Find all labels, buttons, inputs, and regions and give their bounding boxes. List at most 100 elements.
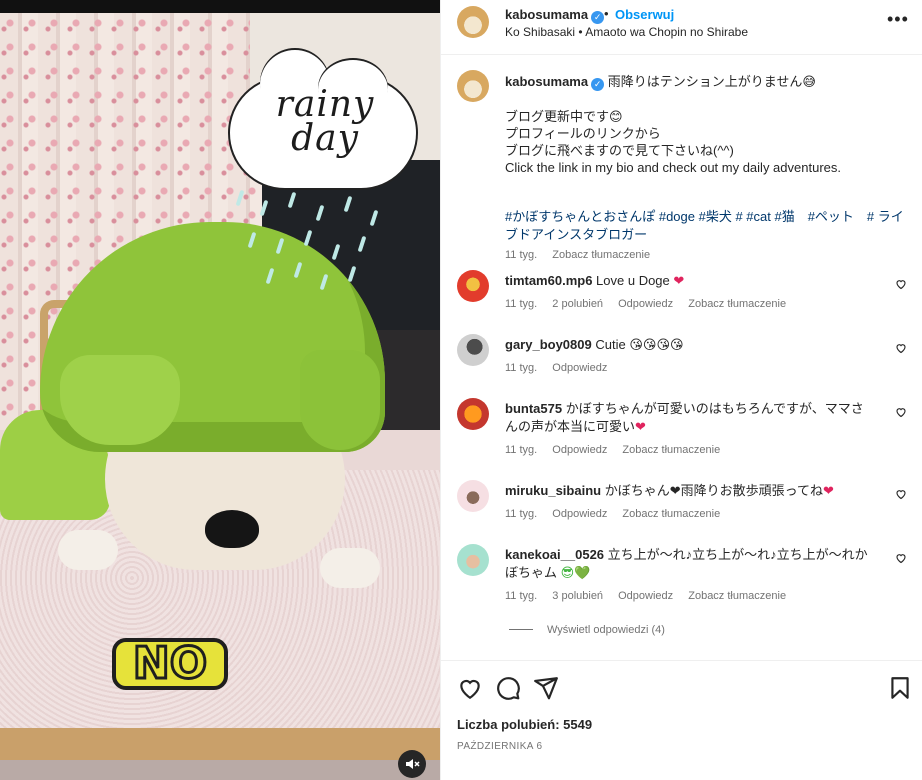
comment-meta: 11 tyg. Odpowiedz Zobacz tłumaczenie [505,508,732,520]
comment-translate-link[interactable]: Zobacz tłumaczenie [622,444,720,456]
hood-flap-right [300,350,380,450]
comment-item: timtam60.mp6 Love u Doge ❤ 11 tyg. 2 pol… [457,270,917,320]
like-comment-heart-icon[interactable] [895,342,907,354]
comment-item: kanekoai__0526 立ち上が～れ♪立ち上が～れ♪立ち上が～れかぼちゃム… [457,544,917,610]
comment-avatar[interactable] [457,270,489,302]
comment-username[interactable]: kanekoai__0526 [505,547,604,562]
comment-meta: 11 tyg. Odpowiedz Zobacz tłumaczenie [505,444,732,456]
like-comment-heart-icon[interactable] [895,488,907,500]
caption-author-avatar[interactable] [457,70,489,102]
comment-time: 11 tyg. [505,298,538,310]
audio-track-link[interactable]: Ko Shibasaki • Amaoto wa Chopin no Shira… [505,25,748,39]
comment-avatar[interactable] [457,398,489,430]
comment-translate-link[interactable]: Zobacz tłumaczenie [688,298,786,310]
comment-emoji: ❤ [635,419,646,434]
caption-text: kabosumama ✓ 雨降りはテンション上がりません😅 ブログ更新中です😊 プ… [505,73,905,176]
post-actions: Liczba polubień: 5549 PAŹDZIERNIKA 6 [441,660,922,780]
comment-reply-button[interactable]: Odpowiedz [618,590,673,602]
author-avatar[interactable] [457,6,489,38]
like-comment-heart-icon[interactable] [895,278,907,290]
comment-meta: 11 tyg. 2 polubień Odpowiedz Zobacz tłum… [505,298,798,310]
dog-paw-left [58,530,118,570]
post-date: PAŹDZIERNIKA 6 [457,741,543,752]
bookmark-icon[interactable] [887,675,913,701]
view-replies-dash [509,629,533,630]
post-media[interactable]: rainy day NO [0,0,440,780]
comment-emoji: ❤ [822,483,834,498]
verified-icon: ✓ [591,11,605,24]
caption-translate-link[interactable]: Zobacz tłumaczenie [552,249,650,261]
mute-button[interactable] [398,750,426,778]
post-header: kabosumama ✓ • Obserwuj Ko Shibasaki • Am… [441,0,922,55]
heart-icon[interactable] [457,675,483,701]
likes-count[interactable]: Liczba polubień: 5549 [457,717,592,732]
author-username-row: kabosumama ✓ [505,7,605,24]
comment-text: かぼちゃん❤雨降りお散歩頑張ってね [604,483,823,498]
comment-emoji: ❤ [673,273,685,288]
caption-line: プロフィールのリンクから [505,126,661,141]
comment-avatar[interactable] [457,334,489,366]
mute-icon [406,759,420,769]
verified-icon: ✓ [591,78,605,91]
comment-time: 11 tyg. [505,508,538,520]
comment-username[interactable]: gary_boy0809 [505,337,592,352]
view-replies-label: Wyświetl odpowiedzi (4) [547,624,665,636]
share-icon[interactable] [533,675,559,701]
caption-username[interactable]: kabosumama [505,74,588,89]
comment-likes[interactable]: 2 polubień [552,298,603,310]
comment-avatar[interactable] [457,544,489,576]
author-username[interactable]: kabosumama [505,7,588,22]
comment-time: 11 tyg. [505,444,538,456]
caption-line: Click the link in my bio and check out m… [505,160,841,175]
caption-hashtags[interactable]: #かぼすちゃんとおさんぽ #doge #柴犬 # #cat #猫 #ペット # … [505,208,905,244]
comment-reply-button[interactable]: Odpowiedz [618,298,673,310]
comment-reply-button[interactable]: Odpowiedz [552,508,607,520]
comment-body: bunta575 かぼすちゃんが可愛いのはもちろんですが、ママさんの声が本当に可… [505,400,870,436]
bottom-strip [0,760,440,780]
comment-body: gary_boy0809 Cutie 😘😘😘😘 [505,336,870,354]
comment-text: Cutie [595,337,626,352]
comment-meta: 11 tyg. 3 polubień Odpowiedz Zobacz tłum… [505,590,798,602]
caption-line-blank [505,91,905,108]
caption-line: ブログ更新中です😊 [505,109,623,124]
comment-emoji: 😘😘😘😘 [629,337,684,352]
like-comment-heart-icon[interactable] [895,552,907,564]
caption-line: ブログに飛べますので見て下さいね(^^) [505,143,734,158]
comment-body: timtam60.mp6 Love u Doge ❤ [505,272,870,290]
like-comment-heart-icon[interactable] [895,406,907,418]
comment-username[interactable]: miruku_sibainu [505,483,601,498]
comment-avatar[interactable] [457,480,489,512]
comment-body: kanekoai__0526 立ち上が～れ♪立ち上が～れ♪立ち上が～れかぼちゃム… [505,546,870,582]
comment-item: bunta575 かぼすちゃんが可愛いのはもちろんですが、ママさんの声が本当に可… [457,398,917,464]
follow-button[interactable]: Obserwuj [615,7,674,22]
comment-username[interactable]: bunta575 [505,401,562,416]
comment-emoji: 😎💚 [560,565,591,580]
caption-time: 11 tyg. [505,249,538,261]
more-options-icon[interactable]: ••• [887,9,909,30]
comment-item: miruku_sibainu かぼちゃん❤雨降りお散歩頑張ってね❤ 11 tyg… [457,480,917,530]
header-separator: • [604,6,609,21]
comment-item: gary_boy0809 Cutie 😘😘😘😘 11 tyg. Odpowied… [457,334,917,384]
caption-meta: 11 tyg. Zobacz tłumaczenie [505,249,662,261]
media-top-bar [0,0,440,13]
wood-floor-strip [0,728,440,762]
comment-likes[interactable]: 3 polubień [552,590,603,602]
comment-translate-link[interactable]: Zobacz tłumaczenie [688,590,786,602]
comment-text: Love u Doge [596,273,670,288]
comments-scroll-area[interactable]: kabosumama ✓ 雨降りはテンション上がりません😅 ブログ更新中です😊 プ… [441,56,922,660]
comment-body: miruku_sibainu かぼちゃん❤雨降りお散歩頑張ってね❤ [505,482,870,500]
rainy-day-sticker-text: rainy day [275,84,375,159]
comment-username[interactable]: timtam60.mp6 [505,273,592,288]
comment-icon[interactable] [495,675,521,701]
comment-translate-link[interactable]: Zobacz tłumaczenie [622,508,720,520]
view-replies-button[interactable]: Wyświetl odpowiedzi (4) [509,624,665,636]
caption-line-1: kabosumama ✓ 雨降りはテンション上がりません😅 [505,74,816,91]
hood-flap-left [60,355,180,445]
comment-reply-button[interactable]: Odpowiedz [552,362,607,374]
dog-paw-right [320,548,380,588]
post-panel: kabosumama ✓ • Obserwuj Ko Shibasaki • Am… [440,0,922,780]
comment-meta: 11 tyg. Odpowiedz [505,362,619,374]
no-sticker: NO [112,638,228,690]
comment-reply-button[interactable]: Odpowiedz [552,444,607,456]
dog-nose [205,510,259,548]
